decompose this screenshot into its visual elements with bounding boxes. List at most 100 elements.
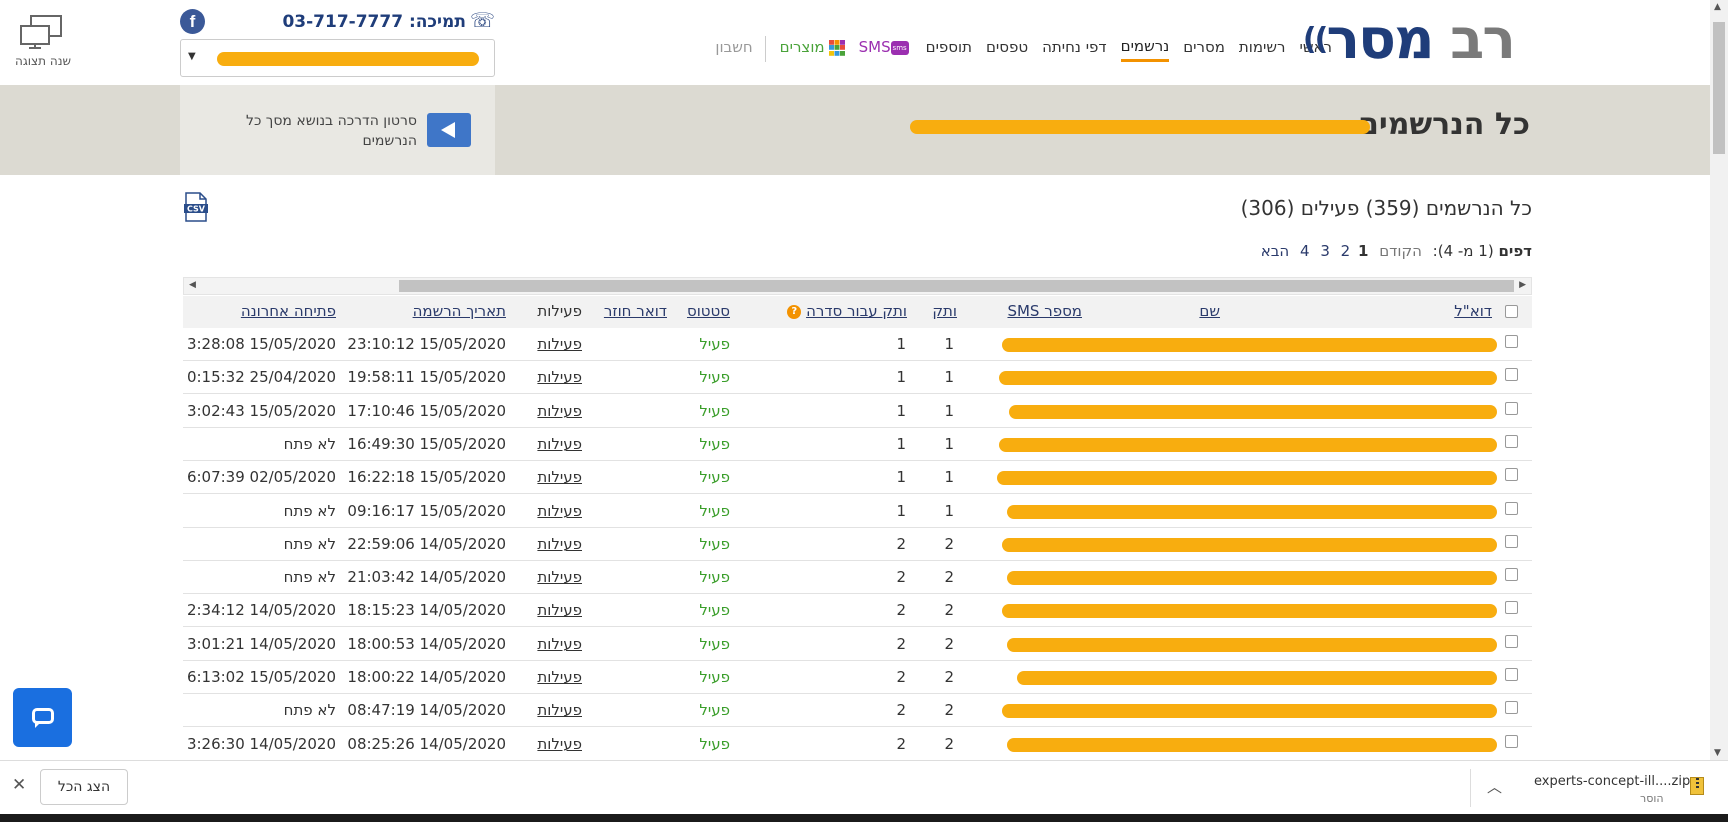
row-checkbox[interactable] — [1505, 701, 1518, 715]
page-banner: כל הנרשמים סרטון הדרכה בנושא מסך כל הנרש… — [0, 85, 1710, 175]
cell-last-open: 3:28:08 15/05/2020 — [186, 335, 336, 353]
help-icon[interactable]: ? — [787, 304, 802, 319]
pager-link-4[interactable]: 4 — [1300, 242, 1310, 260]
col-return-mail[interactable]: דואר חוזר — [604, 302, 667, 320]
cell-actions-link[interactable]: פעילות — [537, 368, 582, 386]
cell-tenure: 2 — [944, 601, 954, 620]
cell-actions-link[interactable]: פעילות — [537, 601, 582, 619]
brand-logo[interactable]: רב מסר)) — [1303, 10, 1516, 70]
cell-actions-link[interactable]: פעילות — [537, 335, 582, 353]
cell-reg-date: 08:25:26 14/05/2020 — [347, 734, 506, 753]
nav-item-messages[interactable]: מסרים — [1183, 38, 1225, 60]
display-switch-button[interactable]: שנה תצוגה — [8, 14, 78, 68]
col-email[interactable]: דוא"ל — [1454, 302, 1492, 320]
cell-status: פעיל — [699, 601, 730, 620]
table-row: 2 2 פעיל פעילות 22:59:06 14/05/2020 לא פתח — [183, 528, 1532, 561]
download-file-name[interactable]: experts-concept-ill....zip — [1534, 774, 1690, 789]
row-checkbox[interactable] — [1505, 634, 1518, 648]
phone-icon: ☏ — [469, 8, 495, 32]
row-checkbox[interactable] — [1505, 668, 1518, 681]
scroll-down-arrow-icon[interactable]: ▼ — [1714, 748, 1721, 758]
cell-status: פעיל — [699, 468, 730, 487]
col-sms[interactable]: מספר SMS — [1007, 302, 1082, 320]
cell-actions-link[interactable]: פעילות — [537, 635, 582, 653]
page-vertical-scrollbar[interactable]: ▲ ▼ — [1710, 0, 1728, 760]
row-checkbox[interactable] — [1505, 401, 1518, 415]
redaction-mark — [1002, 604, 1497, 619]
subscribers-table: דוא"ל שם מספר SMS ותק ותק עבור סדרה ? סט… — [183, 296, 1532, 760]
pager-link-2[interactable]: 2 — [1341, 242, 1351, 260]
table-row: 1 1 פעיל פעילות 23:10:12 15/05/2020 3:28:08 1… — [183, 328, 1532, 361]
os-taskbar — [0, 814, 1728, 822]
nav-item-account[interactable]: חשבון — [715, 38, 752, 60]
cell-series-tenure: 2 — [896, 634, 906, 653]
zip-file-icon — [1690, 777, 1704, 795]
nav-item-products[interactable]: מוצרים — [780, 38, 845, 60]
col-tenure[interactable]: ותק — [932, 302, 957, 320]
scroll-right-arrow-icon[interactable]: ▶ — [1519, 280, 1526, 290]
cell-actions-link[interactable]: פעילות — [537, 701, 582, 719]
cell-last-open: 6:07:39 02/05/2020 — [186, 468, 336, 487]
cell-tenure: 1 — [944, 368, 954, 387]
nav-item-subscribers[interactable]: נרשמים — [1120, 37, 1170, 62]
support-phone[interactable]: ☏תמיכה: 03-717-7777 — [282, 8, 495, 32]
pager-next[interactable]: הבא — [1261, 242, 1290, 260]
nav-item-forms[interactable]: טפסים — [986, 38, 1028, 60]
redaction-mark — [1017, 671, 1497, 685]
row-checkbox[interactable] — [1505, 368, 1518, 382]
row-checkbox[interactable] — [1505, 534, 1518, 548]
cell-actions-link[interactable]: פעילות — [537, 468, 582, 486]
chevron-up-icon[interactable]: ︿ — [1487, 776, 1502, 797]
cell-series-tenure: 2 — [896, 668, 906, 686]
col-last-open[interactable]: פתיחה אחרונה — [241, 302, 336, 320]
cell-actions-link[interactable]: פעילות — [537, 735, 582, 753]
row-checkbox[interactable] — [1505, 601, 1518, 615]
nav-item-landing-pages[interactable]: דפי נחיתה — [1042, 38, 1107, 60]
cell-actions-link[interactable]: פעילות — [537, 535, 582, 553]
cell-actions-link[interactable]: פעילות — [537, 402, 582, 420]
cell-actions-link[interactable]: פעילות — [537, 502, 582, 520]
cell-actions-link[interactable]: פעילות — [537, 568, 582, 586]
row-checkbox[interactable] — [1505, 468, 1518, 482]
facebook-icon[interactable]: f — [180, 9, 205, 34]
tutorial-video-box[interactable]: סרטון הדרכה בנושא מסך כל הנרשמים — [180, 85, 495, 175]
pager-link-3[interactable]: 3 — [1320, 242, 1330, 260]
top-header: שנה תצוגה f ☏תמיכה: 03-717-7777 ▼ ראשי ר… — [0, 0, 1710, 85]
cell-actions-link[interactable]: פעילות — [537, 668, 582, 686]
scroll-up-arrow-icon[interactable]: ▲ — [1714, 2, 1721, 12]
scroll-left-arrow-icon[interactable]: ◀ — [189, 280, 196, 290]
row-checkbox[interactable] — [1505, 568, 1518, 582]
cell-last-open: לא פתח — [283, 434, 336, 453]
cell-series-tenure: 1 — [896, 368, 906, 387]
nav-item-sms[interactable]: smsSMS — [859, 38, 912, 60]
scrollbar-thumb[interactable] — [399, 280, 1514, 292]
redaction-mark — [1009, 404, 1497, 419]
row-checkbox[interactable] — [1505, 434, 1518, 448]
cell-tenure: 1 — [944, 401, 954, 420]
table-horizontal-scrollbar[interactable]: ◀ ▶ — [183, 277, 1532, 295]
cell-series-tenure: 2 — [896, 701, 906, 720]
pager-label: דפים — [1498, 242, 1532, 260]
nav-item-addons[interactable]: תוספים — [926, 38, 972, 60]
col-actions: פעילות — [537, 302, 582, 320]
row-checkbox[interactable] — [1505, 335, 1518, 348]
scrollbar-thumb[interactable] — [1713, 22, 1725, 154]
show-all-button[interactable]: הצג הכל — [40, 769, 128, 805]
col-name[interactable]: שם — [1199, 302, 1220, 320]
col-reg-date[interactable]: תאריך הרשמה — [413, 302, 506, 320]
cell-status: פעיל — [699, 534, 730, 553]
col-series-tenure[interactable]: ותק עבור סדרה ? — [787, 302, 907, 320]
select-all-checkbox[interactable] — [1505, 305, 1518, 318]
account-select[interactable]: ▼ — [180, 39, 495, 77]
row-checkbox[interactable] — [1505, 734, 1518, 748]
close-icon[interactable]: ✕ — [12, 775, 26, 795]
table-row: 1 1 פעיל פעילות 17:10:46 15/05/2020 3:02:43 1… — [183, 395, 1532, 428]
csv-export-icon[interactable]: CSV — [183, 192, 209, 222]
chat-button[interactable] — [13, 688, 72, 747]
table-row: 2 2 פעיל פעילות 18:00:22 14/05/2020 6:13:02 1… — [183, 661, 1532, 694]
cell-actions-link[interactable]: פעילות — [537, 435, 582, 453]
row-checkbox[interactable] — [1505, 501, 1518, 515]
play-icon[interactable] — [427, 113, 471, 147]
col-status[interactable]: סטטוס — [687, 302, 730, 320]
nav-item-lists[interactable]: רשימות — [1239, 38, 1286, 60]
